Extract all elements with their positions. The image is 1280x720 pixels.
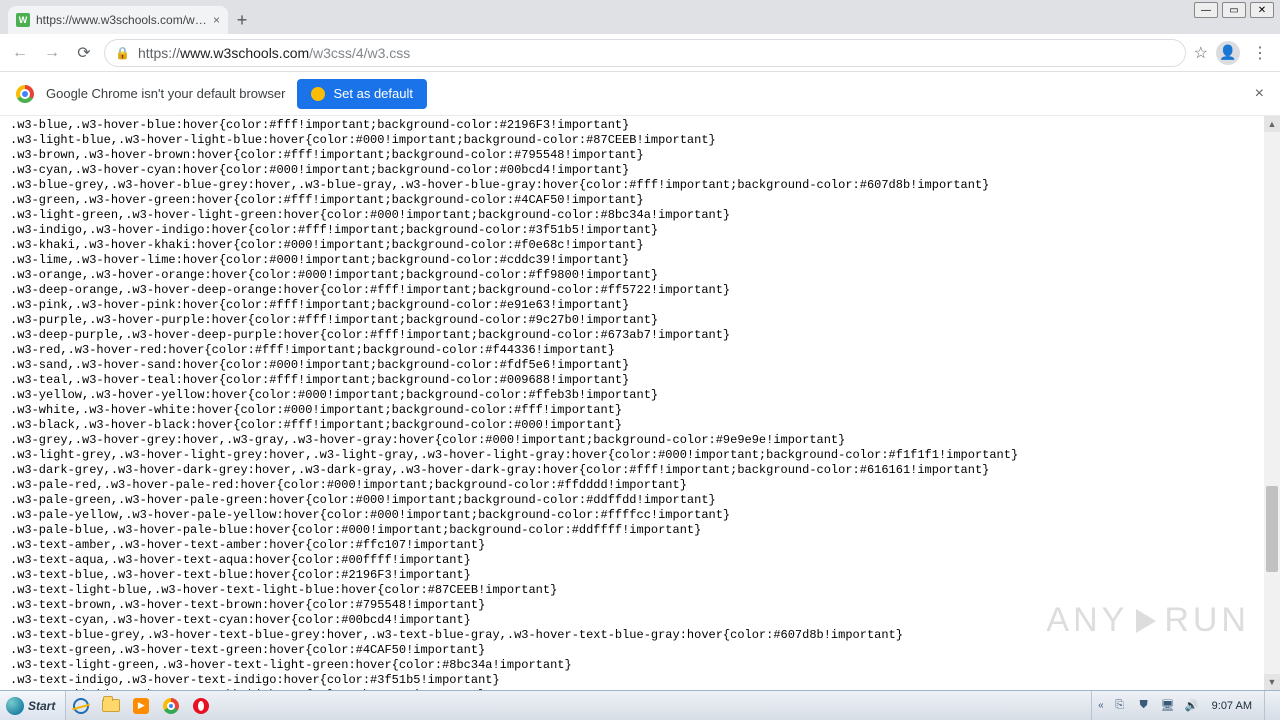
page-content: .w3-blue,.w3-hover-blue:hover{color:#fff… <box>0 116 1280 690</box>
media-player-icon[interactable]: ▶ <box>126 691 156 720</box>
bookmark-star-icon[interactable]: ☆ <box>1194 43 1208 63</box>
ie-icon[interactable] <box>66 691 96 720</box>
start-label: Start <box>28 699 55 713</box>
set-default-label: Set as default <box>333 86 413 101</box>
browser-toolbar: ← → ⟳ 🔒 https://www.w3schools.com/w3css/… <box>0 34 1280 72</box>
scroll-up-button[interactable]: ▲ <box>1264 116 1280 132</box>
window-close-button[interactable]: ✕ <box>1250 2 1274 18</box>
reload-button[interactable]: ⟳ <box>72 41 96 65</box>
css-source-text[interactable]: .w3-blue,.w3-hover-blue:hover{color:#fff… <box>0 116 1280 690</box>
taskbar-clock[interactable]: 9:07 AM <box>1208 700 1256 712</box>
chrome-icon <box>16 85 34 103</box>
tab-title: https://www.w3schools.com/w3css/ <box>36 13 207 27</box>
back-button[interactable]: ← <box>8 41 32 65</box>
system-tray: « ⎘ ⛊ 🖥 🔊 9:07 AM <box>1091 691 1280 720</box>
tray-expand-icon[interactable]: « <box>1098 700 1104 711</box>
quick-launch: ▶ <box>66 691 216 720</box>
tray-volume-icon[interactable]: 🔊 <box>1184 698 1200 714</box>
taskbar: Start ▶ « ⎘ ⛊ 🖥 🔊 9:07 AM <box>0 690 1280 720</box>
set-default-button[interactable]: Set as default <box>297 79 427 109</box>
start-orb-icon <box>6 697 24 715</box>
tab-close-button[interactable]: × <box>213 13 220 27</box>
chrome-taskbar-icon[interactable] <box>156 691 186 720</box>
shield-icon <box>311 87 325 101</box>
infobar-close-button[interactable]: × <box>1255 85 1264 103</box>
vertical-scrollbar[interactable]: ▲ ▼ <box>1264 116 1280 690</box>
lock-icon: 🔒 <box>115 46 130 60</box>
tray-icon-1[interactable]: ⎘ <box>1112 698 1128 714</box>
explorer-icon[interactable] <box>96 691 126 720</box>
new-tab-button[interactable]: + <box>228 6 256 34</box>
default-browser-infobar: Google Chrome isn't your default browser… <box>0 72 1280 116</box>
tab-strip: W https://www.w3schools.com/w3css/ × + <box>0 0 1280 34</box>
tray-icon-2[interactable]: ⛊ <box>1136 698 1152 714</box>
kebab-menu-icon[interactable]: ⋮ <box>1248 41 1272 65</box>
url-text: https://www.w3schools.com/w3css/4/w3.css <box>138 45 410 61</box>
forward-button[interactable]: → <box>40 41 64 65</box>
tray-icon-3[interactable]: 🖥 <box>1160 698 1176 714</box>
show-desktop-button[interactable] <box>1264 691 1274 720</box>
scroll-down-button[interactable]: ▼ <box>1264 674 1280 690</box>
favicon-icon: W <box>16 13 30 27</box>
infobar-text: Google Chrome isn't your default browser <box>46 86 285 101</box>
profile-avatar-icon[interactable]: 👤 <box>1216 41 1240 65</box>
address-bar[interactable]: 🔒 https://www.w3schools.com/w3css/4/w3.c… <box>104 39 1186 67</box>
window-maximize-button[interactable]: ▭ <box>1222 2 1246 18</box>
scroll-thumb[interactable] <box>1266 486 1278 572</box>
window-minimize-button[interactable]: — <box>1194 2 1218 18</box>
browser-tab[interactable]: W https://www.w3schools.com/w3css/ × <box>8 6 228 34</box>
start-button[interactable]: Start <box>0 691 66 720</box>
opera-icon[interactable] <box>186 691 216 720</box>
